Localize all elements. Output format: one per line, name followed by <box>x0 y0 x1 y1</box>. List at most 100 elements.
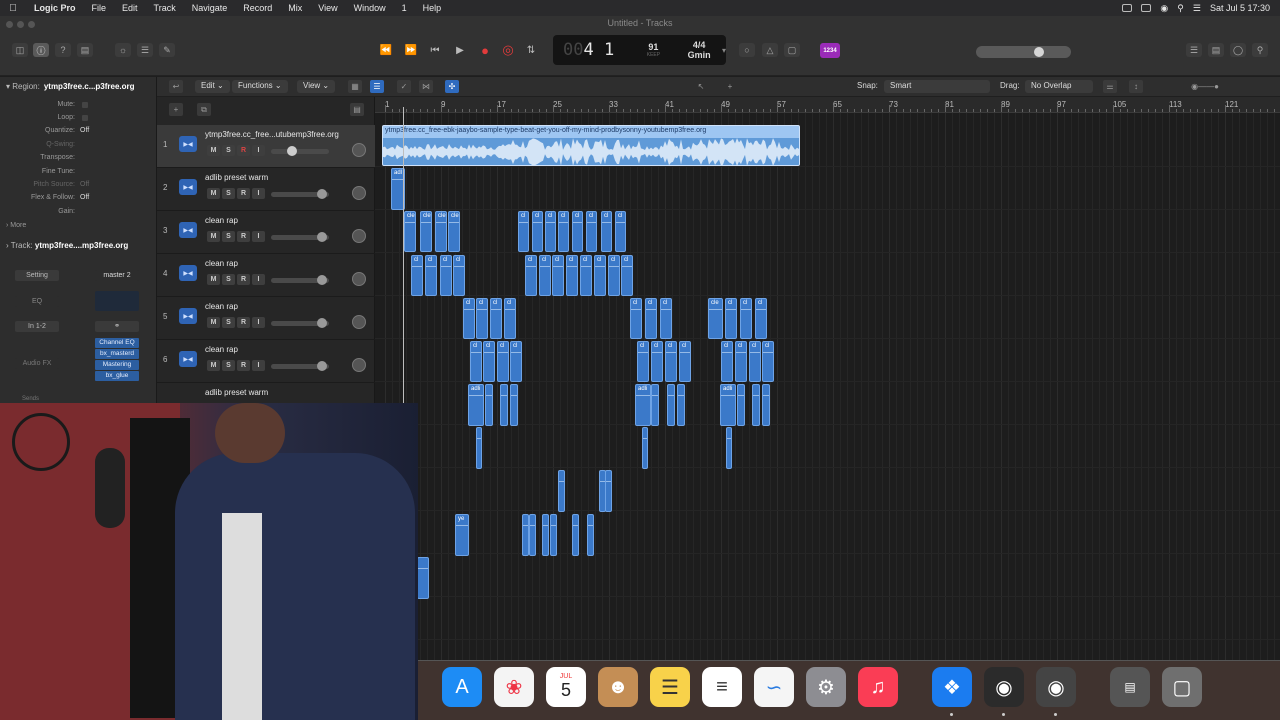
bar-ruler[interactable]: 1 9 17 25 33 41 49 57 65 73 81 89 97 105 113 121 <box>375 97 1280 113</box>
menu-clock[interactable]: Sat Jul 5 17:30 <box>1210 3 1270 13</box>
add-tool-icon[interactable]: + <box>723 80 737 93</box>
reminders-icon[interactable]: ≡ <box>702 667 742 707</box>
menu-view[interactable]: View <box>310 3 345 13</box>
zoom-window-icon[interactable] <box>28 21 35 28</box>
region[interactable]: cl <box>630 298 642 339</box>
track-row[interactable]: 6 ▶◀ clean rap MSRI <box>157 340 375 383</box>
region[interactable]: cl <box>566 255 578 296</box>
editors-icon[interactable]: ✎ <box>159 43 175 57</box>
record-enable-button[interactable]: R <box>237 360 250 371</box>
region[interactable]: cl <box>721 341 733 382</box>
drag-select[interactable]: No Overlap <box>1025 80 1093 93</box>
ruler-bar-label[interactable]: 57 <box>777 100 786 109</box>
track-name[interactable]: clean rap <box>205 345 365 354</box>
region[interactable] <box>737 384 745 426</box>
inspector-row-gain[interactable]: Gain: <box>0 208 155 220</box>
functions-menu[interactable]: Functions ⌄ <box>232 80 288 93</box>
menu-record[interactable]: Record <box>235 3 280 13</box>
playhead[interactable] <box>403 107 404 407</box>
library-icon[interactable]: ◫ <box>12 43 28 57</box>
pan-knob[interactable] <box>352 315 366 329</box>
inspector-row-loop[interactable]: Loop: <box>0 114 155 126</box>
region[interactable]: cl <box>510 341 522 382</box>
region[interactable]: cl <box>552 255 564 296</box>
menu-track[interactable]: Track <box>146 3 184 13</box>
region[interactable] <box>762 384 770 426</box>
region[interactable]: cl <box>425 255 437 296</box>
rewind-icon[interactable]: ⏪ <box>377 43 395 57</box>
region[interactable] <box>476 427 482 469</box>
inspector-row-pitchsource[interactable]: Pitch Source: Off <box>0 181 155 193</box>
menu-help[interactable]: Help <box>415 3 450 13</box>
trash-icon[interactable]: ▢ <box>1162 667 1202 707</box>
region[interactable]: cl <box>545 211 556 252</box>
snap-select[interactable]: Smart <box>884 80 990 93</box>
region[interactable]: cl <box>608 255 620 296</box>
safari-icon[interactable]: ❖ <box>932 667 972 707</box>
link-icon[interactable]: ⚭ <box>95 321 139 332</box>
menu-1[interactable]: 1 <box>394 3 415 13</box>
fast-forward-icon[interactable]: ⏩ <box>402 43 420 57</box>
audio-region[interactable]: ytmp3free.cc_free-ebk-jaaybo-sample-type… <box>382 125 800 166</box>
region[interactable] <box>529 514 536 556</box>
solo-button[interactable]: S <box>222 188 235 199</box>
ruler-bar-label[interactable]: 97 <box>1057 100 1066 109</box>
track-inspector-header[interactable]: › Track: ytmp3free....mp3free.org <box>6 241 128 250</box>
app-store-icon[interactable]: A <box>442 667 482 707</box>
track-row[interactable]: 5 ▶◀ clean rap MSRI <box>157 297 375 340</box>
region[interactable]: cl <box>601 211 612 252</box>
region[interactable]: cl <box>572 211 583 252</box>
region[interactable]: cle <box>404 211 416 252</box>
region[interactable]: cl <box>483 341 495 382</box>
ruler-bar-label[interactable]: 17 <box>497 100 506 109</box>
pan-knob[interactable] <box>352 358 366 372</box>
pan-knob[interactable] <box>352 186 366 200</box>
region[interactable]: cl <box>490 298 502 339</box>
mute-button[interactable]: M <box>207 145 220 156</box>
more-toggle[interactable]: › More <box>6 222 26 229</box>
mute-checkbox[interactable] <box>82 102 88 108</box>
input-slot[interactable]: In 1-2 <box>15 321 59 332</box>
record-enable-button[interactable]: R <box>237 188 250 199</box>
volume-fader[interactable] <box>271 275 329 285</box>
catch-playhead-icon[interactable]: ✣ <box>445 80 459 93</box>
downloads-stack-icon[interactable]: ▤ <box>1110 667 1150 707</box>
region[interactable]: cl <box>470 341 482 382</box>
cycle-icon[interactable]: ⇅ <box>522 43 540 57</box>
region[interactable] <box>605 470 612 512</box>
region[interactable] <box>417 557 429 599</box>
region[interactable]: cl <box>586 211 597 252</box>
toolbar-icon[interactable]: ▤ <box>77 43 93 57</box>
ruler-bar-label[interactable]: 41 <box>665 100 674 109</box>
region[interactable]: cl <box>525 255 537 296</box>
menu-mix[interactable]: Mix <box>280 3 310 13</box>
lcd-tempo[interactable]: 91 KEEP <box>631 42 677 58</box>
region[interactable]: cle <box>420 211 432 252</box>
mute-button[interactable]: M <box>207 360 220 371</box>
ruler-bar-label[interactable]: 49 <box>721 100 730 109</box>
control-center-icon[interactable]: ☰ <box>1193 3 1201 14</box>
back-arrow-icon[interactable]: ↩ <box>169 80 183 93</box>
tracks-area[interactable]: 1 9 17 25 33 41 49 57 65 73 81 89 97 105 113 121 ytmp3f… <box>375 97 1280 660</box>
input-monitor-button[interactable]: I <box>252 188 265 199</box>
region[interactable] <box>726 427 732 469</box>
pointer-tool-icon[interactable]: ↖ <box>694 80 708 93</box>
global-tracks-icon[interactable]: ▤ <box>350 103 364 116</box>
browsers-icon[interactable]: ⚲ <box>1252 43 1268 57</box>
mute-button[interactable]: M <box>207 274 220 285</box>
menu-navigate[interactable]: Navigate <box>184 3 236 13</box>
solo-button[interactable]: S <box>222 317 235 328</box>
lcd-display[interactable]: 004 1 91 KEEP 4/4 Gmin ▾ <box>553 35 726 65</box>
pan-knob[interactable] <box>352 272 366 286</box>
channel-setting-button[interactable]: Setting <box>15 270 59 281</box>
mixer-icon[interactable]: ☰ <box>137 43 153 57</box>
inspector-row-flex[interactable]: Flex & Follow: Off <box>0 194 155 206</box>
screen-record-icon[interactable] <box>1122 4 1133 12</box>
tuner-icon[interactable]: ○ <box>739 43 755 57</box>
region[interactable]: cl <box>749 341 761 382</box>
plugin-slot-1[interactable]: Channel EQ <box>95 338 139 348</box>
region[interactable]: cl <box>539 255 551 296</box>
region[interactable] <box>500 384 508 426</box>
waveform-zoom-icon[interactable]: ⚌ <box>1103 80 1117 93</box>
region[interactable]: cl <box>762 341 774 382</box>
